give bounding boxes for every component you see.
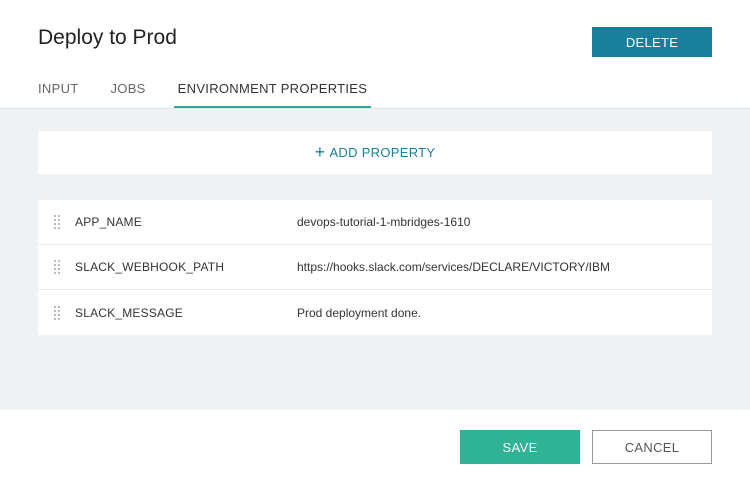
drag-handle-icon[interactable] <box>38 245 75 290</box>
delete-button[interactable]: DELETE <box>592 27 712 57</box>
dialog-title: Deploy to Prod <box>38 26 177 49</box>
tab-input[interactable]: INPUT <box>38 72 79 109</box>
property-value[interactable]: Prod deployment done. <box>297 306 421 320</box>
property-row: APP_NAME devops-tutorial-1-mbridges-1610 <box>38 200 712 245</box>
plus-icon: + <box>314 141 326 162</box>
property-list: APP_NAME devops-tutorial-1-mbridges-1610… <box>38 200 712 335</box>
property-value[interactable]: https://hooks.slack.com/services/DECLARE… <box>297 260 610 274</box>
property-value[interactable]: devops-tutorial-1-mbridges-1610 <box>297 215 470 229</box>
tab-bar: INPUT JOBS ENVIRONMENT PROPERTIES <box>38 72 403 109</box>
property-name[interactable]: SLACK_WEBHOOK_PATH <box>75 260 297 274</box>
add-property-button[interactable]: + ADD PROPERTY <box>38 131 712 174</box>
drag-handle-icon[interactable] <box>38 200 75 245</box>
cancel-button[interactable]: CANCEL <box>592 430 712 464</box>
properties-panel: + ADD PROPERTY APP_NAME devops-tutorial-… <box>0 109 750 410</box>
property-row: SLACK_WEBHOOK_PATH https://hooks.slack.c… <box>38 245 712 290</box>
tab-environment-properties[interactable]: ENVIRONMENT PROPERTIES <box>173 72 372 109</box>
tab-jobs[interactable]: JOBS <box>111 72 146 109</box>
add-property-label: ADD PROPERTY <box>329 145 436 160</box>
property-name[interactable]: APP_NAME <box>75 215 297 229</box>
property-name[interactable]: SLACK_MESSAGE <box>75 306 297 320</box>
drag-handle-icon[interactable] <box>38 290 75 335</box>
property-row: SLACK_MESSAGE Prod deployment done. <box>38 290 712 335</box>
deploy-dialog: Deploy to Prod DELETE INPUT JOBS ENVIRON… <box>0 0 750 484</box>
save-button[interactable]: SAVE <box>460 430 580 464</box>
